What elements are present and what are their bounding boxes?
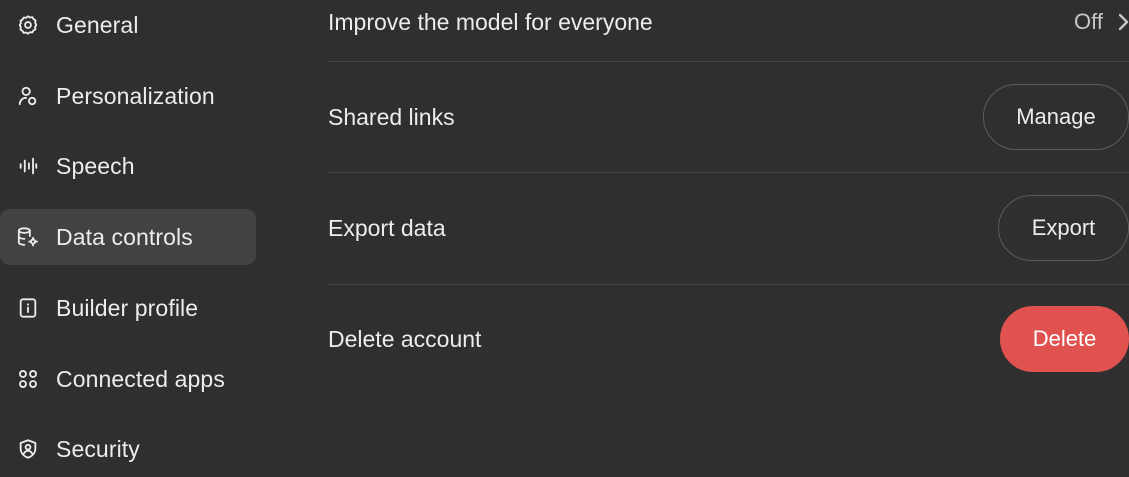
divider: [328, 172, 1129, 173]
improve-model-row: Improve the model for everyone Off: [328, 0, 1129, 46]
apps-grid-icon: [16, 367, 40, 391]
sidebar-item-security[interactable]: Security: [0, 421, 256, 477]
sidebar-item-label: Connected apps: [56, 365, 225, 392]
gear-icon: [16, 13, 40, 37]
shield-icon: [16, 437, 40, 461]
manage-button[interactable]: Manage: [983, 84, 1129, 150]
person-icon: [16, 84, 40, 108]
sidebar-item-label: General: [56, 11, 139, 38]
delete-account-button[interactable]: Delete: [1000, 306, 1129, 372]
chevron-right-icon: [1117, 13, 1129, 31]
export-data-label: Export data: [328, 214, 446, 241]
database-gear-icon: [16, 225, 40, 249]
delete-account-label: Delete account: [328, 325, 482, 352]
sidebar-item-data-controls[interactable]: Data controls: [0, 209, 256, 265]
improve-model-toggle[interactable]: Off: [1074, 9, 1129, 35]
sidebar-item-personalization[interactable]: Personalization: [0, 68, 256, 124]
improve-model-value: Off: [1074, 9, 1103, 34]
waveform-icon: [16, 154, 40, 178]
sidebar-item-connected-apps[interactable]: Connected apps: [0, 351, 256, 407]
settings-sidebar: General Personalization Speech Data cont…: [0, 0, 268, 465]
sidebar-item-builder-profile[interactable]: Builder profile: [0, 280, 256, 336]
sidebar-item-label: Builder profile: [56, 294, 199, 321]
sidebar-item-label: Security: [56, 435, 140, 462]
sidebar-item-label: Speech: [56, 152, 135, 179]
export-button[interactable]: Export: [998, 195, 1129, 261]
data-controls-panel: Improve the model for everyone Off Share…: [328, 0, 1129, 465]
id-card-icon: [16, 296, 40, 320]
divider: [328, 284, 1129, 285]
shared-links-row: Shared links Manage: [328, 84, 1129, 150]
sidebar-item-label: Personalization: [56, 82, 215, 109]
divider: [328, 61, 1129, 62]
sidebar-item-label: Data controls: [56, 223, 193, 250]
sidebar-item-speech[interactable]: Speech: [0, 138, 256, 194]
shared-links-label: Shared links: [328, 103, 455, 130]
improve-model-label: Improve the model for everyone: [328, 8, 653, 35]
export-data-row: Export data Export: [328, 195, 1129, 261]
delete-account-row: Delete account Delete: [328, 306, 1129, 372]
sidebar-item-general[interactable]: General: [0, 0, 256, 53]
